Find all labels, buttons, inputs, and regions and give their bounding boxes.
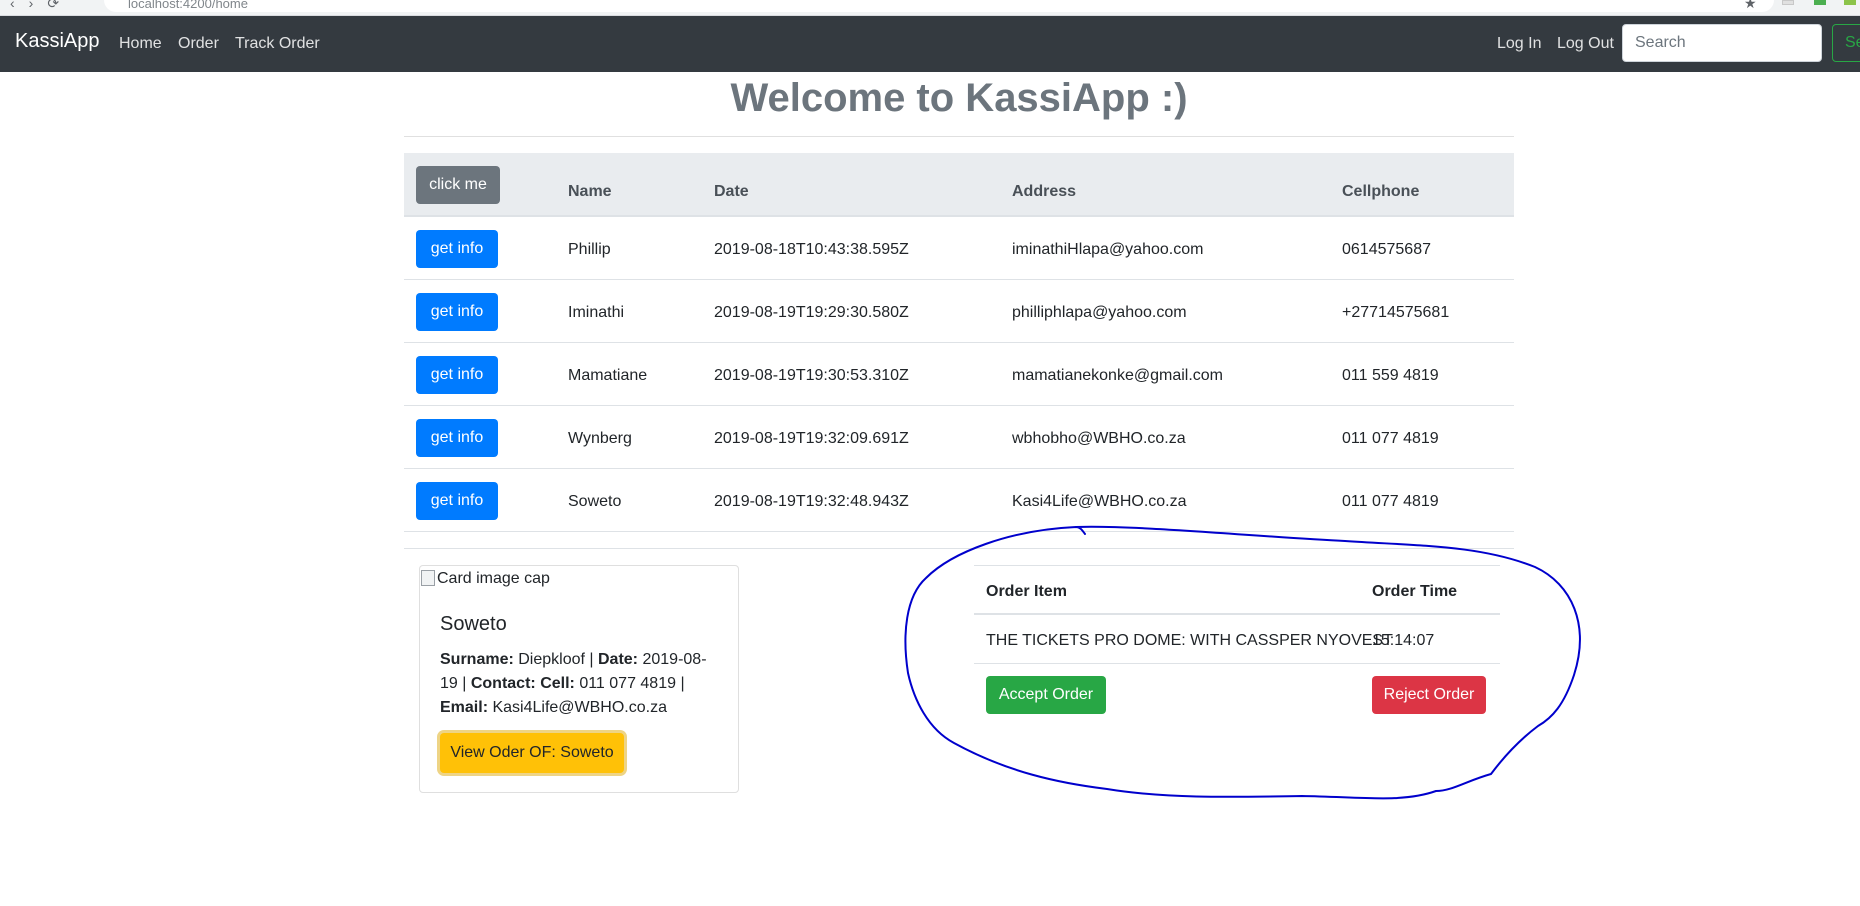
cell-name: Soweto: [568, 493, 622, 510]
contact-label: Contact:: [470, 675, 536, 692]
email-value: Kasi4Life@WBHO.co.za: [492, 699, 667, 716]
nav-link-track-order[interactable]: Track Order: [235, 35, 320, 53]
cell-name: Phillip: [568, 241, 611, 258]
table-row: get info Soweto 2019-08-19T19:32:48.943Z…: [404, 469, 1514, 532]
reject-order-button[interactable]: Reject Order: [1372, 676, 1486, 714]
broken-image-icon: [421, 570, 435, 586]
logout-link[interactable]: Log Out: [1557, 35, 1614, 53]
cell-name: Wynberg: [568, 430, 632, 447]
extension-icon[interactable]: [1844, 0, 1856, 5]
column-header-cellphone: Cellphone: [1342, 183, 1420, 200]
navbar: KassiApp Home Order Track Order Log In L…: [0, 16, 1860, 72]
view-order-button[interactable]: View Oder OF: Soweto: [440, 733, 624, 773]
nav-link-home[interactable]: Home: [119, 35, 162, 53]
cell-date: 2019-08-19T19:29:30.580Z: [714, 304, 909, 321]
login-link[interactable]: Log In: [1497, 35, 1541, 53]
divider: [404, 136, 1514, 137]
cell-cellphone: 0614575687: [1342, 241, 1431, 258]
column-header-order-item: Order Item: [986, 583, 1067, 600]
cell-date: 2019-08-19T19:30:53.310Z: [714, 367, 909, 384]
table-header: click me Name Date Address Cellphone: [404, 153, 1514, 217]
get-info-button[interactable]: get info: [416, 230, 498, 268]
card-text: Surname: Diepkloof | Date: 2019-08-19 | …: [440, 651, 707, 716]
address-bar-url: localhost:4200/home: [128, 0, 248, 11]
surname-value: Diepkloof: [518, 651, 585, 668]
cell-value: 011 077 4819: [579, 675, 676, 692]
order-time: 15:14:07: [1372, 632, 1435, 649]
accept-order-button[interactable]: Accept Order: [986, 676, 1106, 714]
search-input[interactable]: [1622, 24, 1822, 62]
cell-name: Iminathi: [568, 304, 625, 321]
users-table: click me Name Date Address Cellphone get…: [404, 153, 1514, 532]
cell-date: 2019-08-18T10:43:38.595Z: [714, 241, 909, 258]
column-header-order-time: Order Time: [1372, 583, 1458, 600]
get-info-button[interactable]: get info: [416, 482, 498, 520]
order-actions: Accept Order Reject Order: [974, 664, 1500, 724]
cell-address: philliphlapa@yahoo.com: [1012, 304, 1187, 321]
column-header-date: Date: [714, 183, 749, 200]
surname-label: Surname:: [440, 651, 514, 668]
card-image-alt: Card image cap: [437, 570, 550, 587]
cell-address: wbhobho@WBHO.co.za: [1012, 430, 1186, 447]
star-icon[interactable]: ★: [1744, 0, 1757, 12]
table-row: get info Phillip 2019-08-18T10:43:38.595…: [404, 217, 1514, 280]
divider: [404, 548, 1514, 549]
info-card: Card image cap Soweto Surname: Diepkloof…: [419, 565, 739, 793]
extension-icon[interactable]: [1814, 0, 1826, 5]
browser-nav-icons[interactable]: ‹›⟳: [10, 0, 73, 12]
cell-date: 2019-08-19T19:32:48.943Z: [714, 493, 909, 510]
cell-address: Kasi4Life@WBHO.co.za: [1012, 493, 1187, 510]
cell-cellphone: 011 559 4819: [1342, 367, 1439, 384]
table-row: get info Iminathi 2019-08-19T19:29:30.58…: [404, 280, 1514, 343]
cell-cellphone: 011 077 4819: [1342, 430, 1439, 447]
order-item: THE TICKETS PRO DOME: WITH CASSPER NYOVE…: [986, 632, 1393, 649]
order-row: THE TICKETS PRO DOME: WITH CASSPER NYOVE…: [974, 615, 1500, 664]
card-title: Soweto: [440, 613, 507, 635]
column-header-address: Address: [1012, 183, 1077, 200]
brand-logo[interactable]: KassiApp: [15, 30, 100, 53]
cell-label: Cell:: [540, 675, 575, 692]
extension-icon[interactable]: [1782, 0, 1794, 5]
get-info-button[interactable]: get info: [416, 419, 498, 457]
cell-address: mamatianekonke@gmail.com: [1012, 367, 1223, 384]
cell-name: Mamatiane: [568, 367, 648, 384]
table-row: get info Mamatiane 2019-08-19T19:30:53.3…: [404, 343, 1514, 406]
page: ‹›⟳ localhost:4200/home ★ KassiApp Home …: [0, 0, 1860, 906]
email-label: Email:: [440, 699, 489, 716]
card-image: Card image cap: [421, 570, 550, 588]
date-label: Date:: [598, 651, 639, 668]
search-button[interactable]: Search: [1832, 24, 1860, 62]
cell-cellphone: +27714575681: [1342, 304, 1450, 321]
order-table: Order Item Order Time THE TICKETS PRO DO…: [974, 565, 1500, 724]
get-info-button[interactable]: get info: [416, 356, 498, 394]
address-bar[interactable]: [104, 0, 1774, 12]
get-info-button[interactable]: get info: [416, 293, 498, 331]
browser-chrome: ‹›⟳ localhost:4200/home ★: [0, 0, 1860, 16]
cell-cellphone: 011 077 4819: [1342, 493, 1439, 510]
click-me-button[interactable]: click me: [416, 166, 500, 204]
cell-date: 2019-08-19T19:32:09.691Z: [714, 430, 909, 447]
nav-link-order[interactable]: Order: [178, 35, 219, 53]
table-row: get info Wynberg 2019-08-19T19:32:09.691…: [404, 406, 1514, 469]
column-header-name: Name: [568, 183, 612, 200]
order-table-header: Order Item Order Time: [974, 565, 1500, 615]
page-title: Welcome to KassiApp :): [730, 76, 1188, 120]
cell-address: iminathiHlapa@yahoo.com: [1012, 241, 1204, 258]
